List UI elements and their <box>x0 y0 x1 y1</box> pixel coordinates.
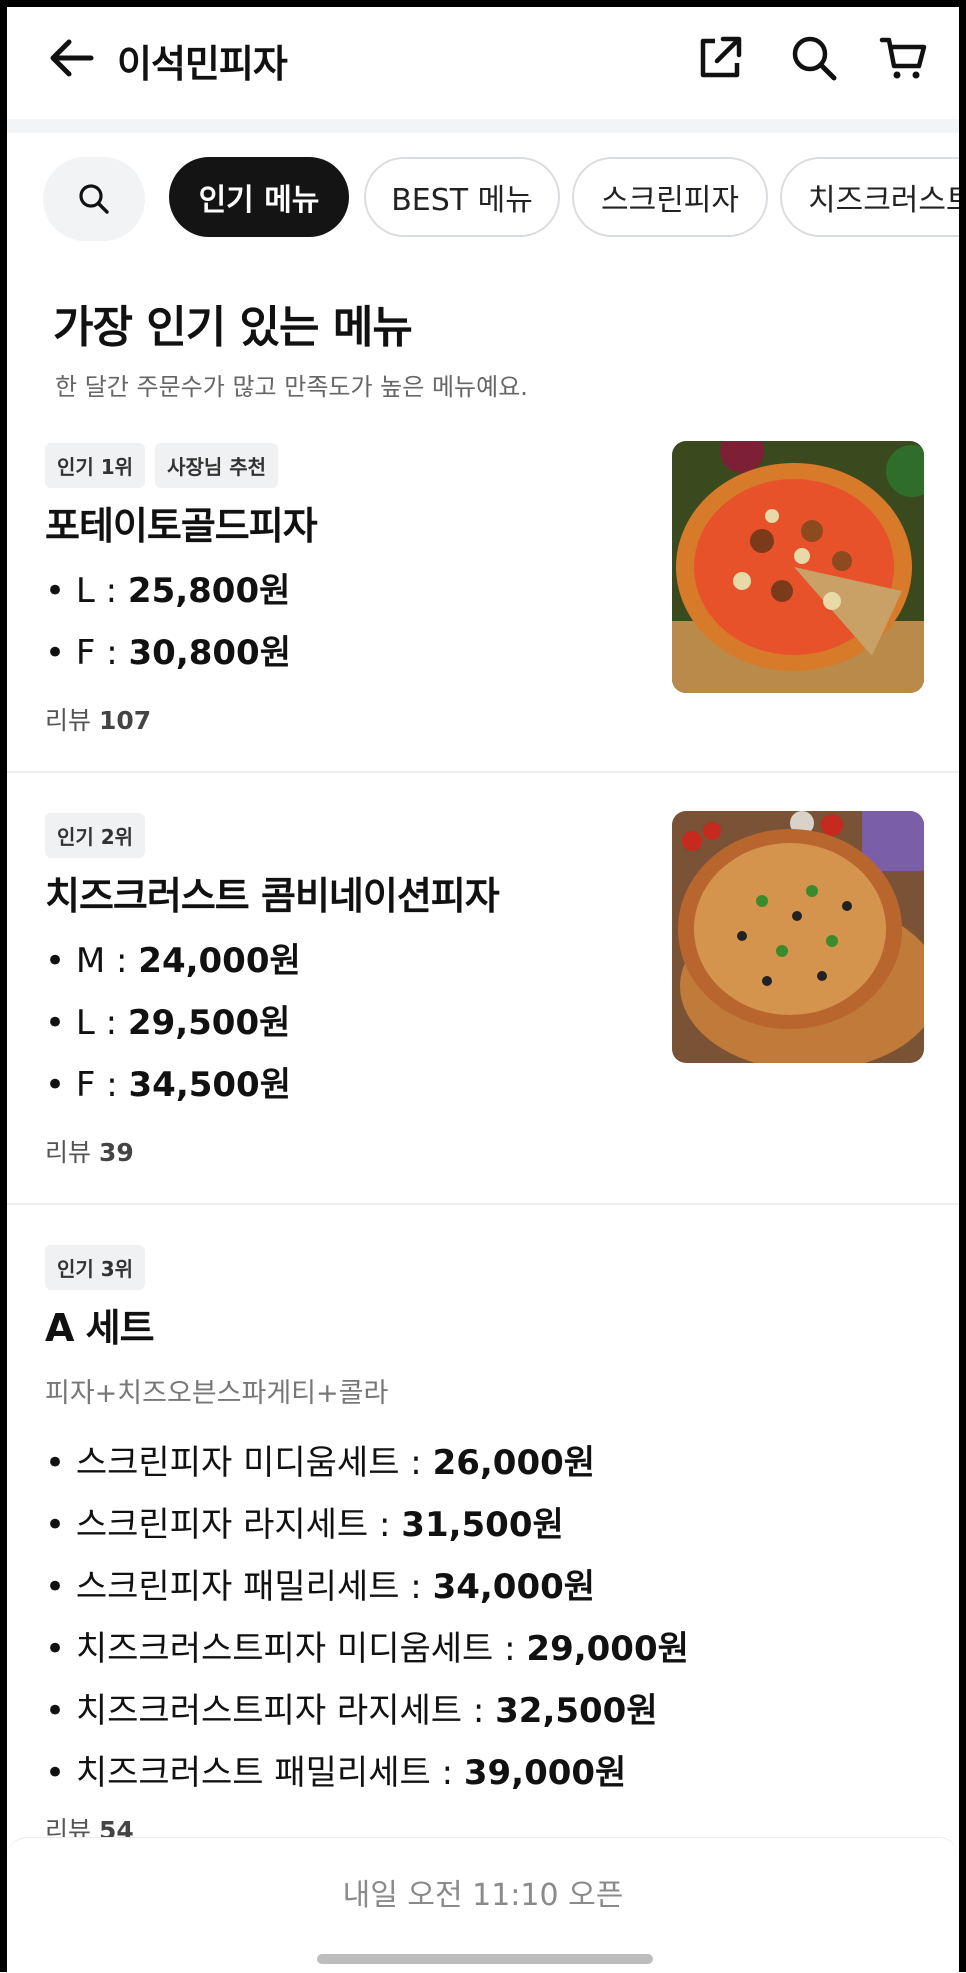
potato-gold-pizza-image <box>672 441 924 693</box>
badge-group: 인기 2위 <box>45 813 146 858</box>
combination-pizza-image <box>672 811 924 1063</box>
cart-icon[interactable] <box>879 33 929 83</box>
price-option: • 치즈크러스트피자 미디움세트 : 29,000원 <box>45 1629 689 1669</box>
search-icon <box>79 184 109 214</box>
item-name: A 세트 <box>45 1306 155 1350</box>
price-option: • F : 34,500원 <box>45 1065 291 1105</box>
share-icon[interactable] <box>695 33 745 83</box>
price-option: • L : 29,500원 <box>45 1003 291 1043</box>
owner-pick-badge: 사장님 추천 <box>155 443 279 488</box>
tab-cheese-crust[interactable]: 치즈크러스트 <box>780 157 959 237</box>
tab-popular-menu[interactable]: 인기 메뉴 <box>169 157 349 237</box>
price-option: • 치즈크러스트피자 라지세트 : 32,500원 <box>45 1691 658 1731</box>
price-option: • 스크린피자 라지세트 : 31,500원 <box>45 1505 564 1545</box>
item-description: 피자+치즈오븐스파게티+콜라 <box>45 1378 389 1409</box>
menu-search-button[interactable] <box>43 157 145 241</box>
price-option: • M : 24,000원 <box>45 941 301 981</box>
badge-group: 인기 3위 <box>45 1245 146 1290</box>
price-option: • 스크린피자 미디움세트 : 26,000원 <box>45 1443 596 1483</box>
section-title: 가장 인기 있는 메뉴 <box>53 302 413 353</box>
category-tabs: 인기 메뉴 BEST 메뉴 스크린피자 치즈크러스트 <box>7 157 959 243</box>
menu-item[interactable]: 인기 3위 A 세트 피자+치즈오븐스파게티+콜라 • 스크린피자 미디움세트 … <box>7 1239 959 1845</box>
header-divider <box>7 119 959 133</box>
rank-badge: 인기 2위 <box>45 813 146 858</box>
item-name: 치즈크러스트 콤비네이션피자 <box>45 874 500 918</box>
menu-item[interactable]: 인기 1위 사장님 추천 포테이토골드피자 • L : 25,800원 • F … <box>7 437 959 771</box>
item-divider <box>7 771 959 773</box>
price-option: • L : 25,800원 <box>45 571 291 611</box>
rank-badge: 인기 3위 <box>45 1245 146 1290</box>
price-option: • F : 30,800원 <box>45 633 291 673</box>
item-name: 포테이토골드피자 <box>45 504 318 548</box>
review-count: 리뷰 107 <box>45 706 152 735</box>
rank-badge: 인기 1위 <box>45 443 146 488</box>
price-option: • 치즈크러스트 패밀리세트 : 39,000원 <box>45 1753 627 1793</box>
search-icon[interactable] <box>789 33 839 83</box>
item-divider <box>7 1203 959 1205</box>
opening-status: 내일 오전 11:10 오픈 <box>342 1878 624 1913</box>
tab-best-menu[interactable]: BEST 메뉴 <box>364 157 560 237</box>
menu-item[interactable]: 인기 2위 치즈크러스트 콤비네이션피자 • M : 24,000원 • L :… <box>7 807 959 1203</box>
bottom-bar: 내일 오전 11:10 오픈 <box>7 1837 959 1973</box>
section-subtitle: 한 달간 주문수가 많고 만족도가 높은 메뉴예요. <box>55 373 528 401</box>
review-count: 리뷰 39 <box>45 1138 134 1167</box>
tab-screen-pizza[interactable]: 스크린피자 <box>572 157 768 237</box>
top-bar: 이석민피자 <box>7 7 959 119</box>
badge-group: 인기 1위 사장님 추천 <box>45 443 279 488</box>
store-title: 이석민피자 <box>117 42 288 86</box>
back-arrow-icon[interactable] <box>45 31 99 85</box>
home-indicator[interactable] <box>317 1954 653 1964</box>
price-option: • 스크린피자 패밀리세트 : 34,000원 <box>45 1567 596 1607</box>
